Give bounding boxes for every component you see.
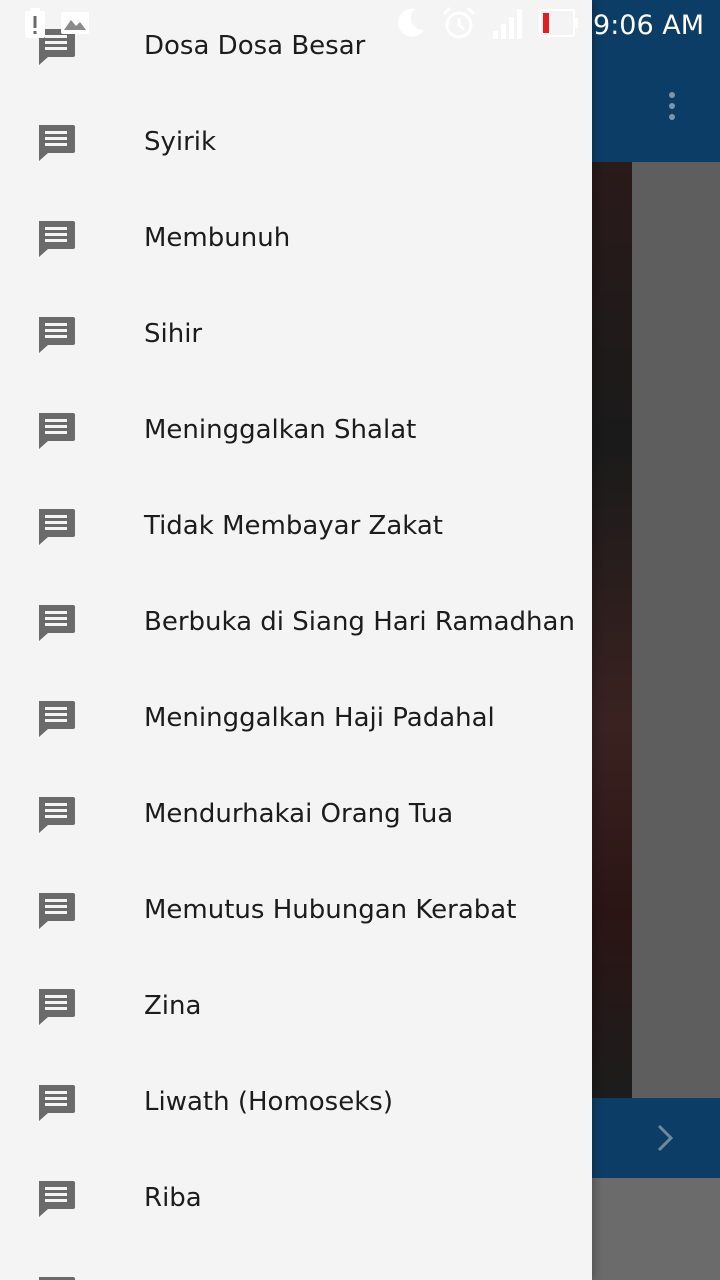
drawer-item[interactable]: Berbuka di Siang Hari Ramadhan bbox=[0, 574, 592, 670]
message-icon bbox=[36, 602, 76, 642]
message-icon bbox=[36, 698, 76, 738]
drawer-item-label: Sihir bbox=[144, 319, 203, 349]
message-icon bbox=[36, 314, 76, 354]
drawer-item[interactable] bbox=[0, 1246, 592, 1280]
signal-icon bbox=[491, 7, 525, 43]
status-bar: 9:06 AM bbox=[0, 0, 720, 50]
status-time: 9:06 AM bbox=[593, 9, 704, 41]
drawer-item-label: Riba bbox=[144, 1183, 202, 1213]
drawer-item[interactable]: Membunuh bbox=[0, 190, 592, 286]
navigation-drawer: Dosa Dosa Besar Syirik Membunuh Sihir Me… bbox=[0, 0, 592, 1280]
drawer-item-label: Tidak Membayar Zakat bbox=[144, 511, 443, 541]
alarm-icon bbox=[441, 5, 477, 45]
drawer-item[interactable]: Mendurhakai Orang Tua bbox=[0, 766, 592, 862]
drawer-item-label: Memutus Hubungan Kerabat bbox=[144, 895, 517, 925]
battery-alert-icon bbox=[24, 8, 46, 42]
chevron-right-icon[interactable] bbox=[644, 1118, 684, 1158]
content-image bbox=[592, 162, 632, 1098]
more-options-icon[interactable] bbox=[652, 86, 692, 126]
image-icon bbox=[60, 11, 90, 39]
message-icon bbox=[36, 1082, 76, 1122]
message-icon bbox=[36, 1178, 76, 1218]
status-right-icons: 9:06 AM bbox=[393, 5, 720, 45]
drawer-item[interactable]: Tidak Membayar Zakat bbox=[0, 478, 592, 574]
background-lower bbox=[592, 1178, 720, 1280]
drawer-item-label: Syirik bbox=[144, 127, 217, 157]
message-icon bbox=[36, 986, 76, 1026]
content-scrim bbox=[632, 162, 720, 1098]
drawer-item[interactable]: Syirik bbox=[0, 94, 592, 190]
drawer-item-label: Berbuka di Siang Hari Ramadhan bbox=[144, 607, 575, 637]
message-icon bbox=[36, 890, 76, 930]
message-icon bbox=[36, 122, 76, 162]
drawer-item[interactable]: Meninggalkan Haji Padahal bbox=[0, 670, 592, 766]
moon-icon bbox=[393, 6, 427, 44]
drawer-item-label: Membunuh bbox=[144, 223, 291, 253]
message-icon bbox=[36, 410, 76, 450]
drawer-item[interactable]: Meninggalkan Shalat bbox=[0, 382, 592, 478]
drawer-item-label: Meninggalkan Shalat bbox=[144, 415, 417, 445]
status-left-icons bbox=[0, 8, 90, 42]
drawer-item[interactable]: Liwath (Homoseks) bbox=[0, 1054, 592, 1150]
drawer-item-label: Zina bbox=[144, 991, 202, 1021]
message-icon bbox=[36, 1274, 76, 1280]
drawer-item[interactable]: Sihir bbox=[0, 286, 592, 382]
message-icon bbox=[36, 506, 76, 546]
battery-low-icon bbox=[539, 9, 579, 41]
drawer-item-label: Liwath (Homoseks) bbox=[144, 1087, 393, 1117]
drawer-item[interactable]: Memutus Hubungan Kerabat bbox=[0, 862, 592, 958]
drawer-item[interactable]: Zina bbox=[0, 958, 592, 1054]
drawer-item-label: Meninggalkan Haji Padahal bbox=[144, 703, 495, 733]
drawer-item[interactable]: Riba bbox=[0, 1150, 592, 1246]
message-icon bbox=[36, 218, 76, 258]
message-icon bbox=[36, 794, 76, 834]
drawer-item-label: Mendurhakai Orang Tua bbox=[144, 799, 454, 829]
